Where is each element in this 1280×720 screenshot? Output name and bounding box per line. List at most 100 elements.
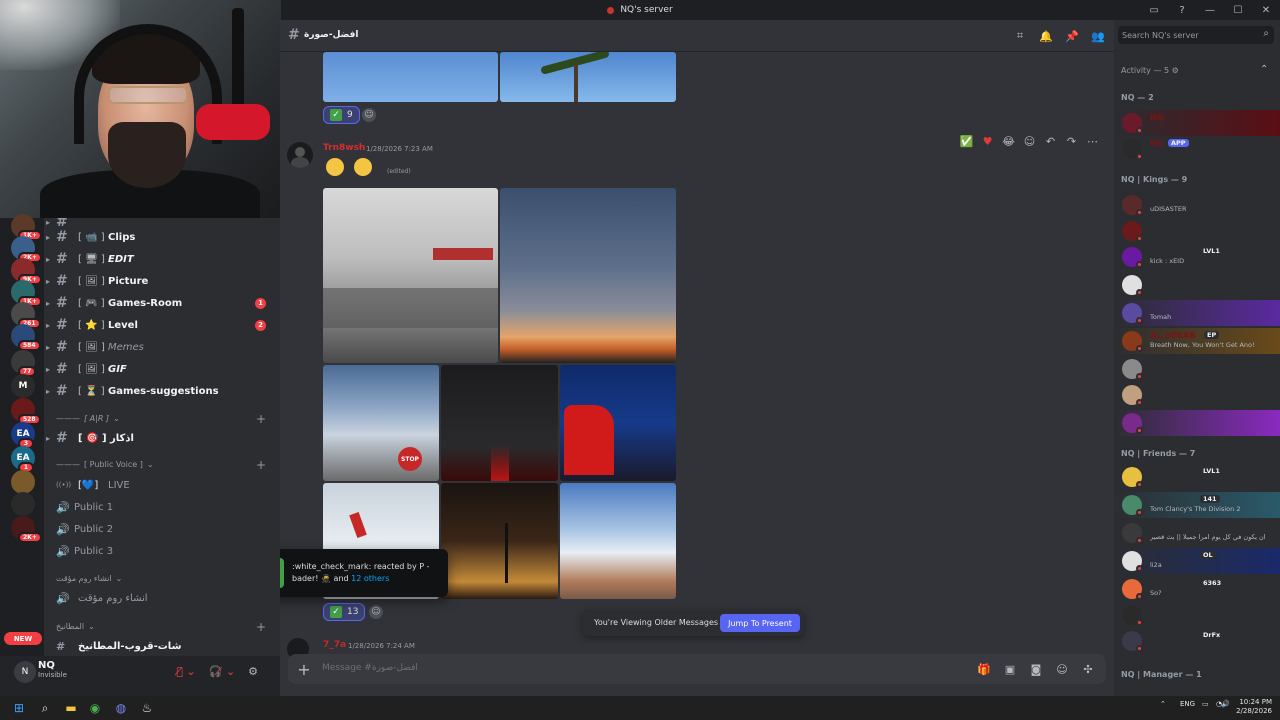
discord-icon[interactable]: ◍ — [112, 699, 130, 717]
gift-icon[interactable]: 🎁 — [976, 661, 992, 677]
category-group[interactable]: المطانيخ ⌄ + — [56, 620, 266, 634]
voice-channel-item[interactable]: 🔊 Public 3 — [44, 541, 280, 561]
member-item[interactable]: ان يكون في كل يوم امرا جميلا || بث قصير — [1114, 520, 1280, 546]
member-item[interactable]: NQ — [1114, 110, 1280, 136]
help-icon[interactable]: ? — [1168, 0, 1196, 20]
message-author[interactable]: Trn8wsh — [323, 143, 365, 153]
avatar[interactable]: N — [14, 661, 36, 683]
voice-channel-item[interactable]: ((•)) [💙] LIVE — [44, 475, 280, 495]
sticker-icon[interactable]: ◙ — [1028, 661, 1044, 677]
inbox-icon[interactable]: ▭ — [1140, 0, 1168, 20]
mute-mic-button[interactable]: 🎙̸ ⌄ — [170, 662, 202, 680]
member-item[interactable] — [1114, 356, 1280, 382]
member-item[interactable]: LVL1 kick : xEID — [1114, 244, 1280, 270]
search-input[interactable]: Search NQ's server ⌕ — [1118, 26, 1274, 44]
check-react-icon[interactable]: ✅ — [958, 133, 975, 150]
chrome-icon[interactable]: ◉ — [86, 699, 104, 717]
heart-react-icon[interactable]: ♥ — [979, 133, 996, 150]
add-reaction-icon[interactable]: ☺ — [369, 605, 383, 619]
avatar[interactable] — [287, 142, 313, 168]
server-icon[interactable]: M — [11, 374, 35, 398]
image-attachment[interactable] — [441, 365, 558, 481]
member-item[interactable]: AL_SDEAB EP Breath Now, You Won't Get Ano! — [1114, 328, 1280, 354]
image-attachment[interactable] — [323, 188, 498, 363]
image-attachment[interactable] — [500, 52, 676, 102]
category-public-voice[interactable]: ———[ Public Voice ] ⌄ + — [56, 458, 266, 472]
deafen-button[interactable]: 🎧̸ ⌄ — [206, 662, 238, 680]
reply-icon[interactable]: ↶ — [1042, 133, 1059, 150]
add-channel-icon[interactable]: + — [256, 412, 266, 426]
member-item[interactable] — [1114, 218, 1280, 244]
laugh-react-icon[interactable]: 😂 — [1000, 133, 1017, 150]
channel-item[interactable]: ▸ # [ 🎮 ] Games-Room 1 — [44, 293, 280, 313]
member-item[interactable] — [1114, 382, 1280, 408]
attach-plus-icon[interactable]: + — [294, 659, 314, 679]
image-attachment[interactable] — [560, 483, 676, 599]
image-attachment[interactable] — [500, 188, 676, 363]
new-pill[interactable]: NEW — [4, 632, 42, 645]
channel-item[interactable]: ▸ # [ 🖼 ] Picture — [44, 271, 280, 291]
gif-icon[interactable]: ▣ — [1002, 661, 1018, 677]
minimize-button[interactable]: — — [1196, 0, 1224, 20]
apps-icon[interactable]: ✣ — [1080, 661, 1096, 677]
member-item[interactable]: OL li2a — [1114, 548, 1280, 574]
activity-header[interactable]: Activity — 5 ⚙ — [1121, 66, 1179, 75]
emoji-picker-icon[interactable]: ☺ — [1054, 661, 1070, 677]
maximize-button[interactable]: ☐ — [1224, 0, 1252, 20]
add-reaction-icon[interactable]: ☺ — [362, 108, 376, 122]
member-item[interactable]: 141 Tom Clancy's The Division 2 — [1114, 492, 1280, 518]
image-attachment[interactable]: STOP — [323, 365, 439, 481]
member-item[interactable]: NQ APP — [1114, 136, 1280, 162]
search-icon[interactable]: ⌕ — [36, 699, 54, 717]
add-reaction-icon[interactable]: ☺ — [1021, 133, 1038, 150]
file-explorer-icon[interactable]: ▬ — [62, 699, 80, 717]
threads-icon[interactable]: ⌗ — [1012, 28, 1028, 44]
message-author[interactable]: 7_7a — [323, 640, 346, 650]
server-icon[interactable] — [11, 470, 35, 494]
member-list-icon[interactable]: 👥 — [1090, 28, 1106, 44]
channel-item[interactable]: ▸ # [ 🖼 ] GIF — [44, 359, 280, 379]
member-item[interactable]: uDISASTER — [1114, 192, 1280, 218]
collapse-chevron-icon[interactable]: ⌃ — [1260, 64, 1268, 75]
image-attachment[interactable] — [441, 483, 558, 599]
channel-item[interactable]: ▸ # [ 🖼 ] Memes — [44, 337, 280, 357]
voice-channel-item[interactable]: 🔊 Public 2 — [44, 519, 280, 539]
message-composer[interactable]: + Message #افضل-صورة 🎁 ▣ ◙ ☺ ✣ — [288, 654, 1106, 684]
windows-start-icon[interactable]: ⊞ — [10, 699, 28, 717]
category-temp-room[interactable]: انشاء روم مؤقت ⌄ — [56, 574, 122, 583]
member-item[interactable] — [1114, 272, 1280, 298]
reaction-check[interactable]: ✓ 9 — [323, 106, 360, 124]
forward-icon[interactable]: ↷ — [1063, 133, 1080, 150]
more-icon[interactable]: ⋯ — [1084, 133, 1101, 150]
server-icon[interactable] — [11, 492, 35, 516]
member-item[interactable]: DrFx — [1114, 628, 1280, 654]
voice-channel-item[interactable]: 🔊 Public 1 — [44, 497, 280, 517]
channel-item[interactable]: ▸ # [ ⭐ ] Level 2 — [44, 315, 280, 335]
channel-item[interactable]: ▸ # [ ⏳ ] Games-suggestions — [44, 381, 280, 401]
channel-temp-room[interactable]: 🔊 انشاء روم مؤقت — [44, 588, 280, 608]
channel-item[interactable]: ▸ # [ 📹 ] Clips — [44, 227, 280, 247]
tray-chevron-icon[interactable]: ⌃ — [1160, 700, 1166, 708]
channel-item[interactable]: ▸ # [ 🖥 ] EDIT — [44, 249, 280, 269]
tooltip-others-link[interactable]: 12 others — [351, 574, 389, 583]
member-item[interactable] — [1114, 410, 1280, 436]
clock[interactable]: 10:24 PM 2/28/2026 — [1232, 698, 1272, 716]
channel-group-chat[interactable]: # شات-قروب-المطانيخ — [44, 636, 280, 656]
steam-icon[interactable]: ♨ — [138, 699, 156, 717]
message-input[interactable]: Message #افضل-صورة — [322, 663, 418, 673]
image-attachment[interactable] — [323, 52, 498, 102]
add-channel-icon[interactable]: + — [256, 620, 266, 634]
category-ajr[interactable]: ———[ A|R ] ⌄ + — [56, 412, 266, 426]
jump-to-present-button[interactable]: Jump To Present — [720, 614, 800, 632]
member-item[interactable]: Tomah — [1114, 300, 1280, 326]
member-item[interactable] — [1114, 602, 1280, 628]
settings-gear-icon[interactable]: ⚙ — [244, 662, 262, 680]
image-attachment[interactable] — [560, 365, 676, 481]
network-icon[interactable]: ▭ — [1202, 700, 1209, 708]
pin-icon[interactable]: 📌 — [1064, 28, 1080, 44]
channel-athkar[interactable]: ▸ # [ 🎯 ] اذكار — [44, 428, 280, 448]
notification-bell-icon[interactable]: 🔔 — [1038, 28, 1054, 44]
volume-icon[interactable]: 🔊 — [1221, 700, 1230, 708]
reaction-check[interactable]: ✓ 13 — [323, 603, 366, 621]
close-button[interactable]: ✕ — [1252, 0, 1280, 20]
